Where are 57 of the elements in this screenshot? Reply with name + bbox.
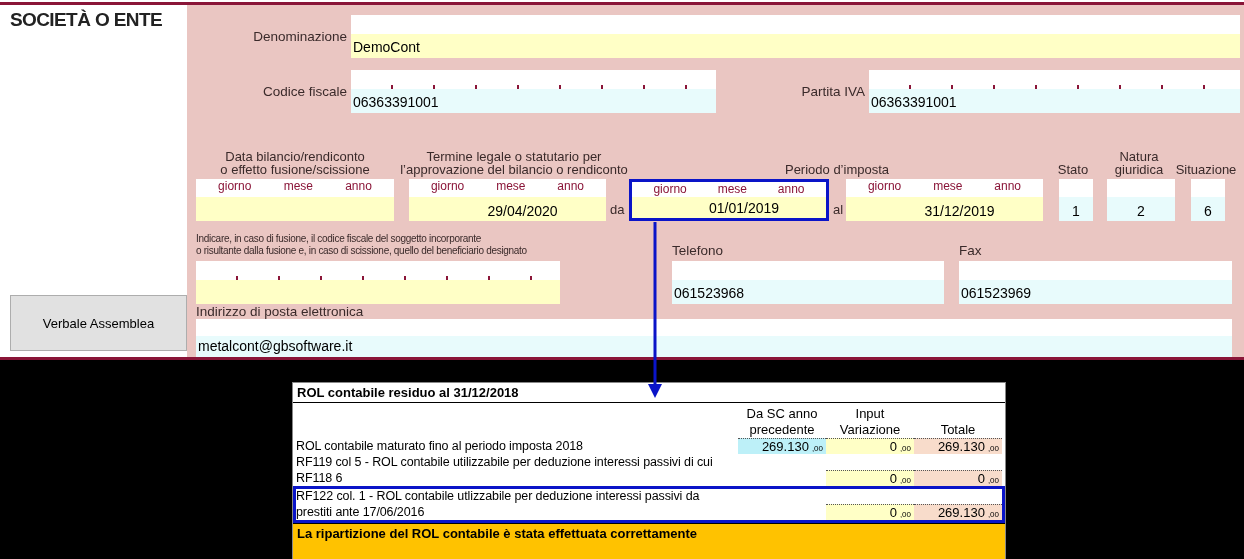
date-part-label: mese — [717, 182, 747, 198]
row-label: RF122 col. 1 - ROL contabile utlizzabile per deduzione interessi passivi da prestiti ante 17/06/2016 — [296, 488, 701, 520]
date-prefix: al — [832, 202, 845, 219]
code-field[interactable]: 2 — [1107, 179, 1175, 221]
column-heading: Termine legale o statutario per l’approvazione del bilancio o rendiconto — [399, 150, 629, 176]
code-field[interactable]: 6 — [1191, 179, 1225, 221]
field-label: Indirizzo di posta elettronica — [196, 304, 365, 319]
input-field[interactable]: metalcont@gbsoftware.it — [196, 319, 1232, 357]
input-field[interactable]: DemoCont — [351, 15, 1240, 58]
verbale-assemblea-button[interactable]: Verbale Assemblea — [10, 295, 187, 351]
column-heading: Data bilancio/rendiconto o effetto fusione/scissione — [219, 150, 371, 176]
date-field[interactable]: giorno mese anno 29/04/2020 — [409, 179, 606, 221]
column-heading: Situazione — [1174, 163, 1238, 176]
input-field[interactable]: 061523968 — [672, 261, 944, 304]
input-field[interactable]: 061523969 — [959, 261, 1232, 304]
date-part-label: giorno — [430, 179, 465, 195]
date-part-label: mese — [933, 179, 963, 195]
column-heading: Stato — [1056, 163, 1090, 176]
amount-cell[interactable]: 269.130 ,00 — [738, 438, 826, 454]
section-title: SOCIETÀ O ENTE — [10, 9, 164, 31]
fusion-note: Indicare, in caso di fusione, il codice fiscale del soggetto incorporante o risultante dalla fusione e, in caso di scissione, quello del beneficiario designato — [196, 233, 528, 257]
field-label: Partita IVA — [800, 84, 866, 99]
code-field[interactable]: 1 — [1059, 179, 1093, 221]
field-label: Telefono — [672, 243, 725, 258]
column-heading: Periodo d’imposta — [783, 163, 891, 176]
amount-cell[interactable]: 0 ,00 — [826, 438, 914, 454]
date-part-label: anno — [777, 182, 805, 198]
input-field[interactable]: 06363391001 — [351, 70, 716, 113]
amount-cell[interactable]: 0 ,00 — [826, 470, 914, 486]
field-label: Denominazione — [252, 29, 348, 44]
column-heading: Da SC anno precedente — [745, 405, 819, 438]
status-message: La ripartizione del ROL contabile è stata effettuata correttamente — [293, 523, 1005, 559]
amount-cell[interactable]: 0 ,00 — [826, 504, 914, 520]
date-part-label: anno — [557, 179, 585, 195]
row-label: ROL contabile maturato fino al periodo imposta 2018 — [296, 438, 584, 454]
amount-cell[interactable]: 269.130 ,00 — [914, 504, 1002, 520]
row-label: RF119 col 5 - ROL contabile utilizzabile per deduzione interessi passivi di cui RF118 6 — [296, 454, 714, 486]
date-part-label: giorno — [653, 182, 687, 198]
input-field[interactable] — [196, 261, 560, 304]
column-heading: Input Variazione — [838, 405, 902, 438]
date-field[interactable]: giorno mese anno — [196, 179, 394, 221]
date-field[interactable]: giorno mese anno 31/12/2019 — [846, 179, 1043, 221]
amount-cell[interactable]: 269.130 ,00 — [914, 438, 1002, 454]
column-heading: Totale — [939, 421, 977, 438]
date-part-label: anno — [994, 179, 1022, 195]
date-part-label: mese — [283, 179, 313, 195]
date-prefix: da — [609, 202, 626, 219]
date-part-label: giorno — [218, 179, 252, 195]
field-label: Fax — [959, 243, 983, 258]
date-part-label: anno — [345, 179, 372, 195]
date-field[interactable]: giorno mese anno 01/01/2019 — [629, 179, 829, 221]
date-part-label: mese — [496, 179, 526, 195]
amount-cell[interactable]: 0 ,00 — [914, 470, 1002, 486]
date-part-label: giorno — [867, 179, 902, 195]
input-field[interactable]: 06363391001 — [869, 70, 1240, 113]
column-heading: Natura giuridica — [1113, 150, 1165, 176]
field-label: Codice fiscale — [261, 84, 348, 99]
